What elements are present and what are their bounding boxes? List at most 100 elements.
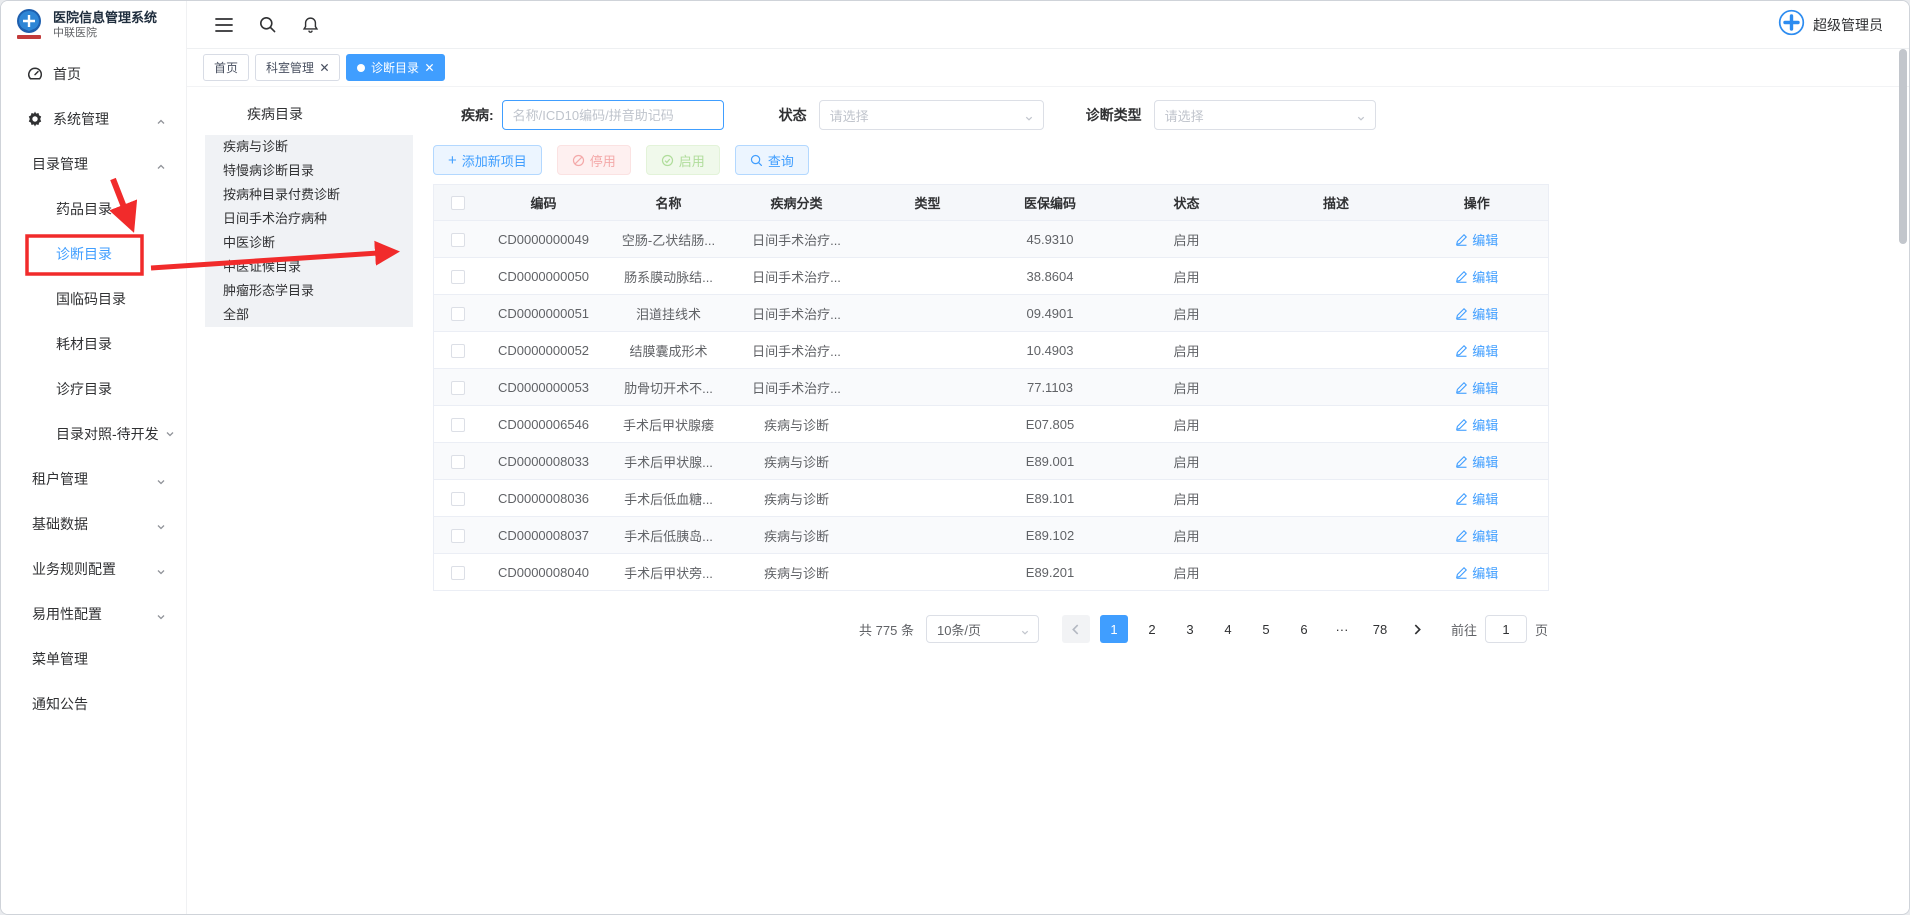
sidebar-item-basic-data[interactable]: 基础数据 — [1, 501, 186, 546]
page-button-4[interactable]: 4 — [1214, 615, 1242, 643]
page-button-2[interactable]: 2 — [1138, 615, 1166, 643]
status-select[interactable]: 请选择 — [819, 100, 1044, 130]
page-button-6[interactable]: 6 — [1290, 615, 1318, 643]
page-jumper: 前往 页 — [1451, 615, 1548, 643]
disease-category-item[interactable]: 中医诊断 — [205, 231, 413, 255]
disease-category-item[interactable]: 按病种目录付费诊断 — [205, 183, 413, 207]
edit-button[interactable]: 编辑 — [1455, 526, 1498, 545]
row-checkbox[interactable] — [451, 529, 465, 543]
row-checkbox[interactable] — [451, 307, 465, 321]
page-button-1[interactable]: 1 — [1100, 615, 1128, 643]
search-icon[interactable] — [259, 16, 276, 33]
sidebar-menu: 首页 系统管理 目录管理 药品目录 诊断目录 — [1, 49, 186, 726]
edit-button[interactable]: 编辑 — [1455, 230, 1498, 249]
row-checkbox[interactable] — [451, 270, 465, 284]
edit-button[interactable]: 编辑 — [1455, 415, 1498, 434]
select-all-checkbox[interactable] — [451, 196, 465, 210]
jump-page-input[interactable] — [1485, 615, 1527, 643]
cell-category: 日间手术治疗... — [732, 369, 862, 406]
row-checkbox[interactable] — [451, 344, 465, 358]
row-select-cell — [434, 295, 482, 332]
cell-name: 肋骨切开术不... — [606, 369, 732, 406]
row-checkbox[interactable] — [451, 455, 465, 469]
sidebar-item-treatment-catalog[interactable]: 诊疗目录 — [1, 366, 186, 411]
page-size-select[interactable]: 10条/页 — [926, 615, 1039, 643]
row-checkbox[interactable] — [451, 418, 465, 432]
tab-diagnosis-catalog[interactable]: 诊断目录 — [346, 54, 445, 81]
close-icon[interactable] — [320, 63, 329, 72]
row-checkbox[interactable] — [451, 492, 465, 506]
next-page-button[interactable] — [1404, 615, 1432, 643]
jump-label: 前往 — [1451, 620, 1477, 639]
sidebar-item-home[interactable]: 首页 — [1, 51, 186, 96]
page-button-3[interactable]: 3 — [1176, 615, 1204, 643]
page-button-78[interactable]: 78 — [1366, 615, 1394, 643]
row-select-cell — [434, 221, 482, 258]
bell-icon[interactable] — [302, 16, 319, 34]
row-checkbox[interactable] — [451, 233, 465, 247]
scrollbar-thumb[interactable] — [1899, 49, 1907, 244]
page-ellipsis[interactable]: ··· — [1328, 615, 1356, 643]
cell-insurance-code: 09.4901 — [994, 295, 1107, 332]
edit-button[interactable]: 编辑 — [1455, 341, 1498, 360]
row-select-cell — [434, 332, 482, 369]
add-item-button[interactable]: + 添加新项目 — [433, 145, 542, 175]
prev-page-button[interactable] — [1062, 615, 1090, 643]
table-row: CD0000008037 手术后低胰岛... 疾病与诊断 E89.102 启用 — [434, 517, 1549, 554]
sidebar-item-tenant-management[interactable]: 租户管理 — [1, 456, 186, 501]
page-button-5[interactable]: 5 — [1252, 615, 1280, 643]
disease-category-item[interactable]: 日间手术治疗病种 — [205, 207, 413, 231]
sidebar-item-national-code-catalog[interactable]: 国临码目录 — [1, 276, 186, 321]
content-area: 疾病目录 疾病与诊断 特慢病诊断目录 按病种目录付费诊断 日间手术治疗病种 中医… — [187, 87, 1909, 914]
sidebar-item-drug-catalog[interactable]: 药品目录 — [1, 186, 186, 231]
sidebar-item-catalog-management[interactable]: 目录管理 — [1, 141, 186, 186]
disease-category-item[interactable]: 特慢病诊断目录 — [205, 159, 413, 183]
sidebar-item-system-management[interactable]: 系统管理 — [1, 96, 186, 141]
edit-label: 编辑 — [1472, 378, 1498, 397]
scrollbar-track[interactable] — [1899, 49, 1907, 910]
edit-button[interactable]: 编辑 — [1455, 378, 1498, 397]
pagination: 共 775 条 10条/页 1 2 3 4 5 6 — [433, 615, 1548, 643]
disease-search-input[interactable] — [502, 100, 724, 130]
cell-description — [1267, 480, 1406, 517]
diagnosis-type-select[interactable]: 请选择 — [1154, 100, 1376, 130]
row-checkbox[interactable] — [451, 381, 465, 395]
sidebar-item-label: 菜单管理 — [32, 649, 88, 669]
edit-button[interactable]: 编辑 — [1455, 267, 1498, 286]
edit-button[interactable]: 编辑 — [1455, 563, 1498, 582]
cell-category: 疾病与诊断 — [732, 480, 862, 517]
disease-category-item[interactable]: 肿瘤形态学目录 — [205, 279, 413, 303]
status-select-value: 请选择 — [830, 106, 869, 125]
medical-cross-icon — [1778, 9, 1805, 41]
sidebar-item-menu-management[interactable]: 菜单管理 — [1, 636, 186, 681]
tab-department-management[interactable]: 科室管理 — [255, 54, 340, 81]
sidebar-item-usability-config[interactable]: 易用性配置 — [1, 591, 186, 636]
tab-home[interactable]: 首页 — [203, 54, 249, 81]
sidebar-item-catalog-mapping[interactable]: 目录对照-待开发 — [1, 411, 186, 456]
disease-category-item[interactable]: 中医证候目录 — [205, 255, 413, 279]
column-header-category: 疾病分类 — [732, 185, 862, 221]
row-checkbox[interactable] — [451, 566, 465, 580]
user-menu[interactable]: 超级管理员 — [1778, 9, 1883, 41]
table-header-row: 编码 名称 疾病分类 类型 医保编码 状态 描述 操作 — [434, 185, 1549, 221]
query-button[interactable]: 查询 — [735, 145, 809, 175]
sidebar-item-notice[interactable]: 通知公告 — [1, 681, 186, 726]
cell-status: 启用 — [1107, 480, 1267, 517]
edit-button[interactable]: 编辑 — [1455, 489, 1498, 508]
diagnosis-table: 编码 名称 疾病分类 类型 医保编码 状态 描述 操作 — [433, 184, 1549, 591]
cell-type — [862, 443, 994, 480]
cell-insurance-code: E07.805 — [994, 406, 1107, 443]
app-title: 医院信息管理系统 — [53, 10, 157, 26]
disease-category-item[interactable]: 全部 — [205, 303, 413, 327]
sidebar-item-business-rules[interactable]: 业务规则配置 — [1, 546, 186, 591]
sidebar-item-consumables-catalog[interactable]: 耗材目录 — [1, 321, 186, 366]
close-icon[interactable] — [425, 63, 434, 72]
enable-button[interactable]: 启用 — [646, 145, 720, 175]
menu-collapse-icon[interactable] — [215, 17, 233, 33]
edit-button[interactable]: 编辑 — [1455, 304, 1498, 323]
edit-button[interactable]: 编辑 — [1455, 452, 1498, 471]
disable-button[interactable]: 停用 — [557, 145, 631, 175]
disable-label: 停用 — [590, 151, 616, 170]
sidebar-item-diagnosis-catalog[interactable]: 诊断目录 — [1, 231, 186, 276]
disease-category-item[interactable]: 疾病与诊断 — [205, 135, 413, 159]
